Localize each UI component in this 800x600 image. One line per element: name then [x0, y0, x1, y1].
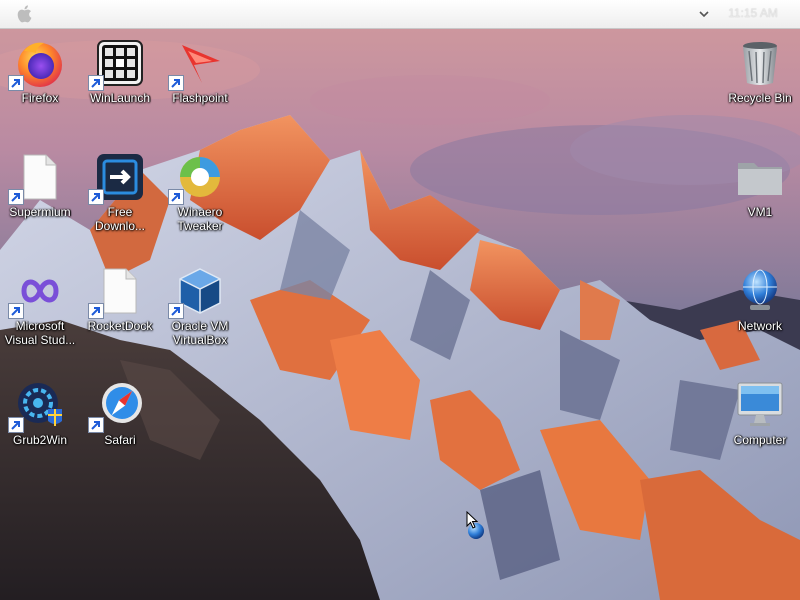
desktop-icon-network[interactable]: Network	[722, 265, 798, 333]
file-icon	[8, 151, 66, 205]
desktop-icon-label: Microsoft Visual Stud...	[4, 319, 76, 347]
free-download-manager-icon	[88, 151, 146, 205]
folder-icon	[734, 151, 786, 203]
shortcut-arrow-icon	[168, 189, 184, 205]
desktop-icon-label: VM1	[747, 205, 773, 219]
firefox-icon	[8, 37, 66, 91]
desktop-icon-rocketdock[interactable]: RocketDock	[82, 265, 158, 333]
shortcut-arrow-icon	[88, 189, 104, 205]
desktop-icon-winlaunch[interactable]: WinLaunch	[82, 37, 158, 105]
desktop-icon-computer[interactable]: Computer	[722, 379, 798, 447]
flashpoint-icon	[168, 37, 226, 91]
top-menu-bar: 11:15 AM	[0, 0, 800, 29]
desktop-icon-label: Safari	[104, 433, 136, 447]
desktop-icon-visual-studio[interactable]: Microsoft Visual Stud...	[2, 265, 78, 347]
shortcut-arrow-icon	[88, 75, 104, 91]
grub2win-icon	[8, 379, 66, 433]
shortcut-arrow-icon	[8, 417, 24, 433]
network-globe-icon	[734, 265, 786, 317]
mouse-cursor-icon	[466, 511, 478, 529]
virtualbox-icon	[168, 265, 226, 319]
desktop-icon-vm1[interactable]: VM1	[722, 151, 798, 219]
computer-monitor-icon	[734, 379, 786, 431]
chevron-down-icon[interactable]	[698, 7, 710, 19]
desktop-icon-safari[interactable]: Safari	[82, 379, 158, 447]
desktop-icon-label: WinLaunch	[89, 91, 151, 105]
shortcut-arrow-icon	[168, 303, 184, 319]
shortcut-arrow-icon	[8, 189, 24, 205]
shortcut-arrow-icon	[168, 75, 184, 91]
recycle-bin-icon	[734, 37, 786, 89]
desktop-icon-supermium[interactable]: Supermium	[2, 151, 78, 219]
desktop-icon-label: Free Downlo...	[94, 205, 146, 233]
visual-studio-icon	[8, 265, 66, 319]
desktop-icon-free-download[interactable]: Free Downlo...	[82, 151, 158, 233]
winlaunch-icon	[88, 37, 146, 91]
desktop-icon-label: Grub2Win	[12, 433, 68, 447]
apple-logo-icon[interactable]	[13, 3, 37, 25]
winaero-tweaker-icon	[168, 151, 226, 205]
desktop-icon-label: Firefox	[21, 91, 59, 105]
desktop-icon-label: RocketDock	[87, 319, 153, 333]
desktop-icon-virtualbox[interactable]: Oracle VM VirtualBox	[162, 265, 238, 347]
shortcut-arrow-icon	[88, 303, 104, 319]
desktop-icon-label: Computer	[733, 433, 787, 447]
desktop-icon-firefox[interactable]: Firefox	[2, 37, 78, 105]
safari-compass-icon	[88, 379, 146, 433]
desktop-icon-grub2win[interactable]: Grub2Win	[2, 379, 78, 447]
shortcut-arrow-icon	[88, 417, 104, 433]
desktop-icon-label: Recycle Bin	[728, 91, 792, 105]
shortcut-arrow-icon	[8, 75, 24, 91]
desktop-icon-label: Winaero Tweaker	[177, 205, 223, 233]
file-icon	[88, 265, 146, 319]
desktop-icon-winaero-tweaker[interactable]: Winaero Tweaker	[162, 151, 238, 233]
desktop-icon-recycle-bin[interactable]: Recycle Bin	[722, 37, 798, 105]
desktop-icon-label: Flashpoint	[172, 91, 228, 105]
desktop-icon-label: Network	[737, 319, 782, 333]
menubar-clock[interactable]: 11:15 AM	[718, 6, 788, 20]
desktop-icon-label: Supermium	[9, 205, 71, 219]
shortcut-arrow-icon	[8, 303, 24, 319]
desktop-icon-flashpoint[interactable]: Flashpoint	[162, 37, 238, 105]
desktop-icon-label: Oracle VM VirtualBox	[171, 319, 229, 347]
